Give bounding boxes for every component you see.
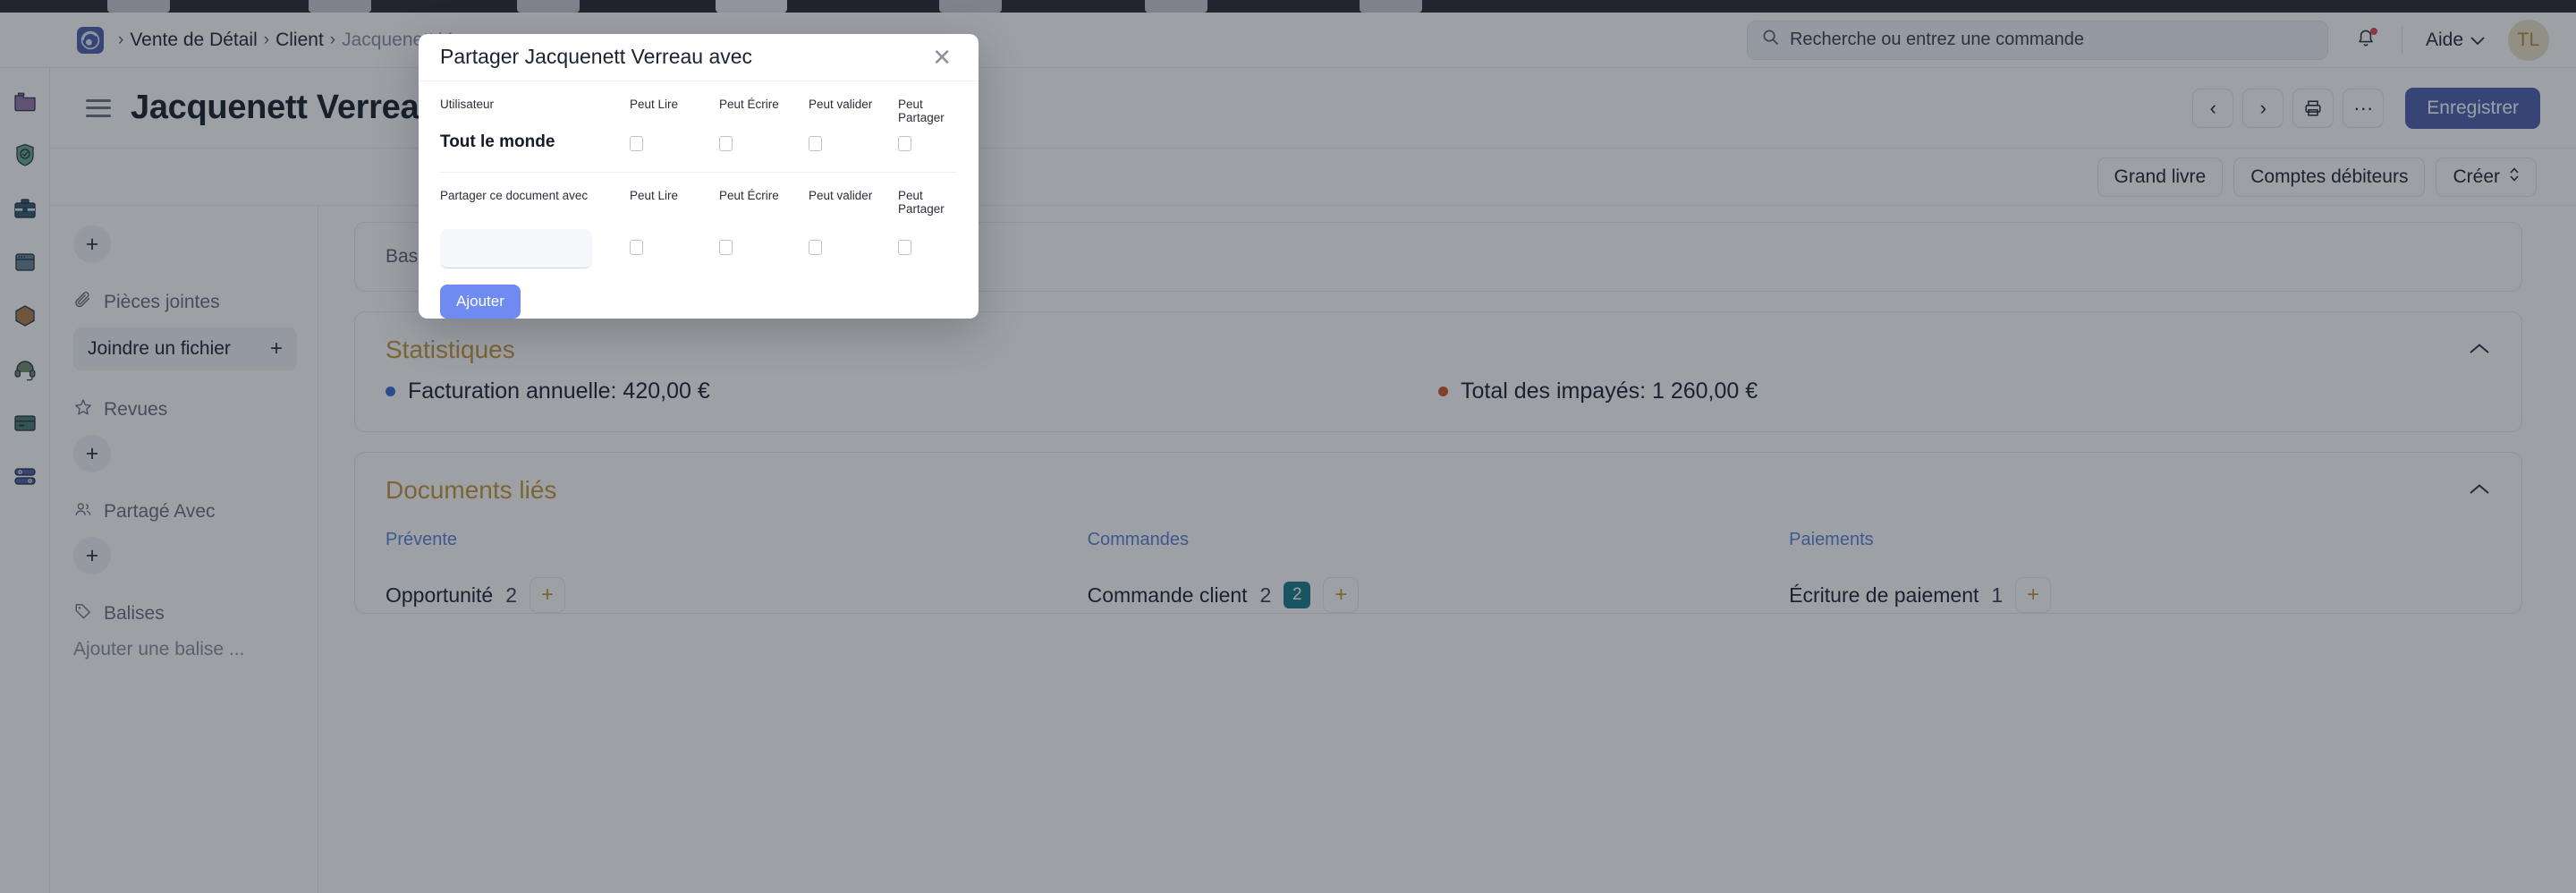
share-dialog-header: Partager Jacquenett Verreau avec ✕ — [419, 34, 979, 81]
share-everyone-can-submit-cell — [809, 125, 898, 151]
share-everyone-can-share-cell — [898, 125, 964, 151]
share-dialog-body: Utilisateur Peut Lire Peut Écrire Peut v… — [419, 81, 979, 319]
share-header-can-submit: Peut valider — [809, 98, 898, 112]
share-everyone-can-write-cell — [719, 125, 809, 151]
checkbox-everyone-can-read[interactable] — [630, 136, 643, 151]
share2-header-can-write-label: Peut Écrire — [719, 189, 809, 203]
checkbox-user-can-read[interactable] — [630, 240, 643, 255]
share2-header-can-read-label: Peut Lire — [630, 189, 719, 203]
share-new-user-table: Partager ce document avec Peut Lire Peut… — [440, 189, 957, 319]
checkbox-everyone-can-submit[interactable] — [809, 136, 822, 151]
share-dialog-divider — [440, 172, 957, 173]
share-header-can-share: Peut Partager — [898, 98, 964, 125]
share-user-header-cell: Utilisateur — [440, 98, 630, 111]
share-everyone-header-row: Utilisateur Peut Lire Peut Écrire Peut v… — [440, 98, 957, 125]
modal-backdrop[interactable] — [0, 0, 2576, 893]
share-dialog: Partager Jacquenett Verreau avec ✕ Utili… — [419, 34, 979, 319]
share2-header-can-submit: Peut valider — [809, 189, 898, 203]
share-document-with-header: Partager ce document avec — [440, 189, 630, 202]
checkbox-everyone-can-share[interactable] — [898, 136, 911, 151]
share2-header-can-write: Peut Écrire — [719, 189, 809, 203]
share-document-with-header-cell: Partager ce document avec — [440, 189, 630, 202]
checkbox-user-can-write[interactable] — [719, 240, 733, 255]
share2-can-read-cell — [630, 229, 719, 255]
share2-header-can-submit-label: Peut valider — [809, 189, 898, 203]
checkbox-user-can-submit[interactable] — [809, 240, 822, 255]
checkbox-user-can-share[interactable] — [898, 240, 911, 255]
share-header-can-write: Peut Écrire — [719, 98, 809, 112]
share-everyone-label: Tout le monde — [440, 132, 630, 152]
share-everyone-can-read-cell — [630, 125, 719, 151]
add-share-user-button[interactable]: Ajouter — [440, 285, 521, 319]
share-header-can-read-label: Peut Lire — [630, 98, 719, 112]
share-user-input-cell — [440, 229, 630, 268]
share-user-input[interactable] — [440, 229, 592, 268]
close-icon[interactable]: ✕ — [932, 46, 952, 69]
share2-can-write-cell — [719, 229, 809, 255]
share2-header-can-share: Peut Partager — [898, 189, 964, 217]
share2-header-can-read: Peut Lire — [630, 189, 719, 203]
share2-can-share-cell — [898, 229, 964, 255]
share-everyone-table: Utilisateur Peut Lire Peut Écrire Peut v… — [440, 98, 957, 152]
share-user-header: Utilisateur — [440, 98, 630, 111]
checkbox-everyone-can-write[interactable] — [719, 136, 733, 151]
share2-can-submit-cell — [809, 229, 898, 255]
share-header-can-read: Peut Lire — [630, 98, 719, 112]
share-header-can-submit-label: Peut valider — [809, 98, 898, 112]
share-header-can-write-label: Peut Écrire — [719, 98, 809, 112]
share-everyone-row: Tout le monde — [440, 125, 957, 152]
share2-header-can-share-label: Peut Partager — [898, 189, 964, 217]
share-header-can-share-label: Peut Partager — [898, 98, 964, 125]
share-dialog-title: Partager Jacquenett Verreau avec — [440, 45, 752, 69]
share-everyone-name-cell: Tout le monde — [440, 125, 630, 152]
share-new-user-header-row: Partager ce document avec Peut Lire Peut… — [440, 189, 957, 217]
share-new-user-row — [440, 229, 957, 268]
